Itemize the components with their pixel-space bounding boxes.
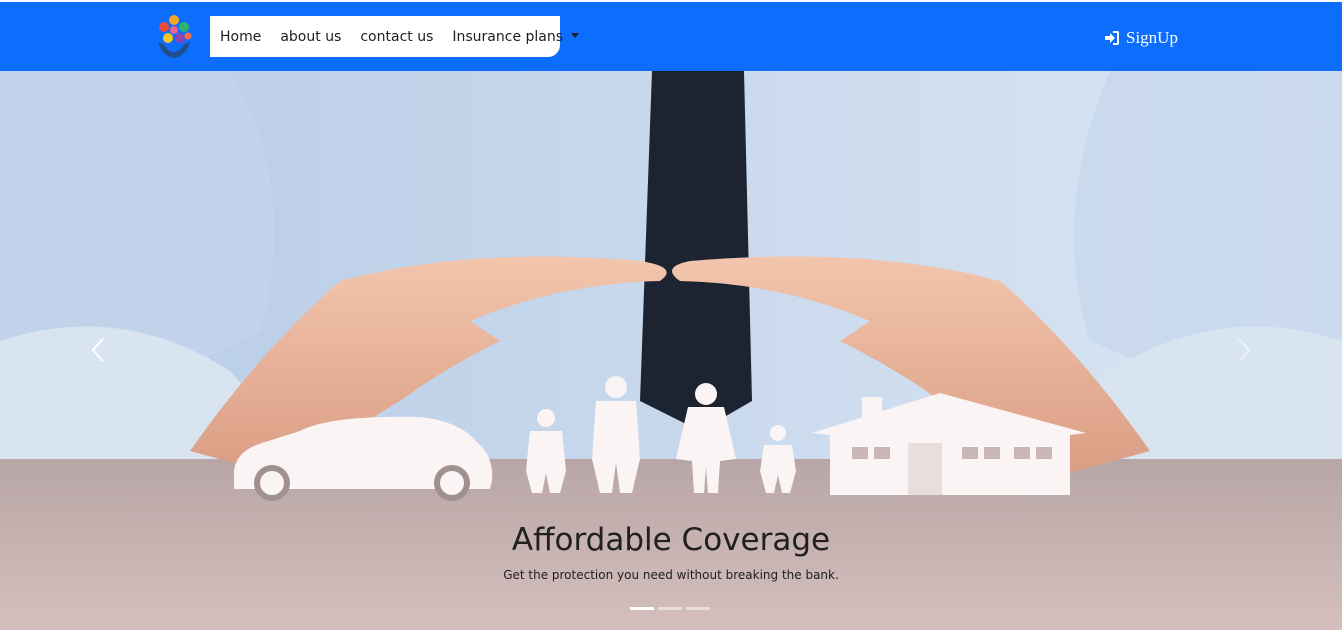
signup-label: SignUp bbox=[1126, 28, 1178, 47]
insurance-logo-icon[interactable] bbox=[154, 12, 194, 60]
carousel-indicator-3[interactable] bbox=[686, 607, 710, 610]
chevron-right-icon[interactable] bbox=[1228, 335, 1258, 365]
main-nav: Home about us contact us Insurance plans bbox=[210, 16, 580, 57]
carousel-indicator-2[interactable] bbox=[658, 607, 682, 610]
signup-button[interactable]: SignUp bbox=[1104, 28, 1178, 48]
navbar: Home about us contact us Insurance plans… bbox=[0, 2, 1342, 71]
nav-insurance-plans-label: Insurance plans bbox=[452, 28, 564, 45]
caret-down-icon bbox=[571, 32, 580, 38]
nav-about-us[interactable]: about us bbox=[280, 29, 341, 45]
hero-carousel: Affordable Coverage Get the protection y… bbox=[0, 71, 1342, 630]
nav-home[interactable]: Home bbox=[220, 29, 261, 45]
carousel-indicators bbox=[630, 607, 710, 610]
carousel-indicator-1[interactable] bbox=[630, 607, 654, 610]
sign-in-icon bbox=[1105, 31, 1119, 45]
nav-insurance-plans-dropdown[interactable]: Insurance plans bbox=[452, 28, 580, 45]
carousel-caption-text: Get the protection you need without brea… bbox=[503, 568, 839, 582]
carousel-caption-title: Affordable Coverage bbox=[511, 522, 831, 558]
nav-contact-us[interactable]: contact us bbox=[360, 29, 433, 45]
chevron-left-icon[interactable] bbox=[84, 335, 114, 365]
